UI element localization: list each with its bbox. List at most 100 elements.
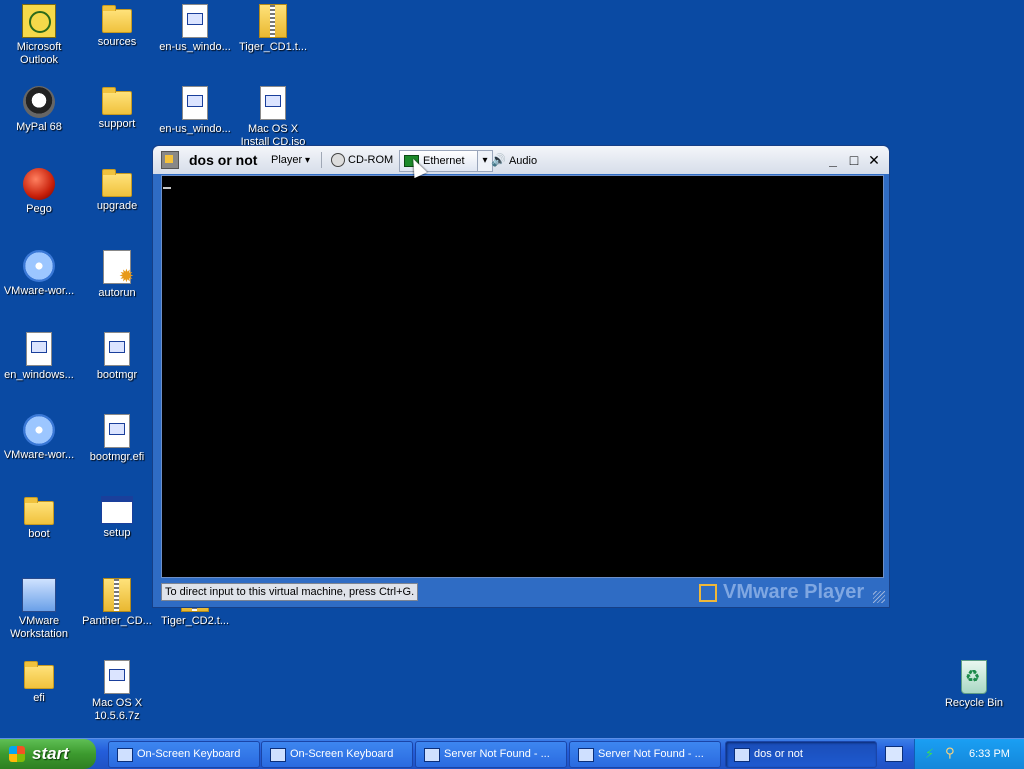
vm-title-bar[interactable]: dos or not Player CD-ROM Ethernet ▾ 🔊Aud… <box>153 146 889 174</box>
desktop-icon-label: Pego <box>26 203 52 215</box>
desktop-icon-panther-cd[interactable]: Panther_CD... <box>78 578 156 628</box>
zip-file-icon <box>259 4 287 38</box>
desktop-icon-bootmgr[interactable]: bootmgr <box>78 332 156 382</box>
cd-installer-icon <box>23 414 55 446</box>
file-icon <box>26 332 52 366</box>
desktop-icon-label: efi <box>33 692 45 704</box>
vmware-logo-icon <box>699 583 717 602</box>
file-icon <box>260 86 286 120</box>
desktop-icon-label: Microsoft Outlook <box>16 41 62 66</box>
desktop-icon-label: Panther_CD... <box>82 615 152 627</box>
recycle-bin-icon <box>961 660 987 694</box>
folder-icon <box>102 5 132 33</box>
desktop-icon-recycle-bin[interactable]: Recycle Bin <box>935 660 1013 710</box>
file-icon <box>182 86 208 120</box>
start-label: start <box>32 744 69 763</box>
task-label: On-Screen Keyboard <box>137 748 241 760</box>
desktop-icon-label: MyPal 68 <box>16 121 62 133</box>
desktop-icon-upgrade[interactable]: upgrade <box>78 168 156 213</box>
windows-logo-icon <box>9 746 25 762</box>
audio-device-button[interactable]: 🔊 Audio <box>491 146 537 174</box>
network-icon[interactable]: ⚡ <box>925 747 939 761</box>
text-cursor <box>163 187 171 189</box>
speaker-icon: 🔊 <box>491 153 506 167</box>
desktop-icon-boot[interactable]: boot <box>0 496 78 541</box>
desktop-icon-label: Mac OS X 10.5.6.7z <box>91 697 143 722</box>
cdrom-label: CD-ROM <box>348 154 394 166</box>
desktop-icon-label: boot <box>28 528 50 540</box>
desktop-icon-efi[interactable]: efi <box>0 660 78 705</box>
maximize-button[interactable]: □ <box>845 151 863 169</box>
desktop-icon-mac-os-x-7z[interactable]: Mac OS X 10.5.6.7z <box>78 660 156 723</box>
desktop-icon-vmware-workstation-installer-2[interactable]: VMware-wor... <box>0 414 78 462</box>
pego-icon <box>23 168 55 200</box>
desktop-icon-vmware-workstation-installer-1[interactable]: VMware-wor... <box>0 250 78 298</box>
raccoon-icon <box>23 86 55 118</box>
toolbar-divider <box>321 152 322 168</box>
desktop-icon-sources[interactable]: sources <box>78 4 156 49</box>
file-icon <box>104 414 130 448</box>
desktop-icon-mac-os-x-install-cd[interactable]: Mac OS X Install CD.iso <box>234 86 312 149</box>
desktop-icon-en-us-windows-2[interactable]: en-us_windo... <box>156 86 234 136</box>
browser-icon <box>578 748 594 762</box>
task-label: dos or not <box>754 748 803 760</box>
desktop-icon-en-windows[interactable]: en_windows... <box>0 332 78 382</box>
desktop-icon-bootmgr-efi[interactable]: bootmgr.efi <box>78 414 156 464</box>
desktop-icon-support[interactable]: support <box>78 86 156 131</box>
vm-window-title: dos or not <box>189 152 258 168</box>
input-hint-text: To direct input to this virtual machine,… <box>161 583 419 601</box>
desktop-icon-label: Recycle Bin <box>944 697 1004 709</box>
desktop-icon-microsoft-outlook[interactable]: Microsoft Outlook <box>0 4 78 67</box>
taskbar-button-on-screen-keyboard[interactable]: On-Screen Keyboard <box>261 741 413 768</box>
desktop-icon-label: en-us_windo... <box>159 41 231 53</box>
desktop-icon-label: VMware-wor... <box>3 285 75 297</box>
folder-icon <box>24 497 54 525</box>
file-icon <box>182 4 208 38</box>
desktop-icon-label: en_windows... <box>4 369 74 381</box>
search-icon[interactable]: ⚲ <box>945 746 959 760</box>
folder-icon <box>102 87 132 115</box>
taskbar-button-on-screen-keyboard[interactable]: On-Screen Keyboard <box>108 741 260 768</box>
cdrom-device-button[interactable]: CD-ROM <box>331 146 393 174</box>
desktop: Microsoft Outlook sources en-us_windo...… <box>0 0 1024 738</box>
desktop-icon-tiger-cd1[interactable]: Tiger_CD1.t... <box>234 4 312 54</box>
desktop-icon-pego[interactable]: Pego <box>0 168 78 216</box>
desktop-icon-label: VMware-wor... <box>3 449 75 461</box>
desktop-icon-label: Tiger_CD1.t... <box>238 41 308 53</box>
desktop-icon-en-us-windows-1[interactable]: en-us_windo... <box>156 4 234 54</box>
folder-icon <box>102 169 132 197</box>
cdrom-icon <box>331 153 345 168</box>
desktop-icon-label: setup <box>103 527 131 539</box>
desktop-icon-label: upgrade <box>96 200 138 212</box>
taskbar: start On-Screen Keyboard On-Screen Keybo… <box>0 738 1024 769</box>
desktop-icon-label: autorun <box>98 287 136 299</box>
system-tray: ⚡ ⚲ 6:33 PM <box>914 739 1024 769</box>
file-icon <box>104 660 130 694</box>
zip-file-icon <box>103 578 131 612</box>
desktop-icon-setup[interactable]: setup <box>78 496 156 540</box>
vmware-player-window: dos or not Player CD-ROM Ethernet ▾ 🔊Aud… <box>152 145 890 608</box>
resize-grip[interactable] <box>873 591 885 603</box>
taskbar-button-server-not-found[interactable]: Server Not Found - ... <box>569 741 721 768</box>
desktop-icon-autorun[interactable]: autorun <box>78 250 156 300</box>
close-button[interactable]: ✕ <box>865 151 883 169</box>
folder-icon <box>24 661 54 689</box>
browser-icon <box>424 748 440 762</box>
taskbar-button-dos-or-not[interactable]: dos or not <box>725 741 877 768</box>
desktop-icon-label: bootmgr.efi <box>89 451 145 463</box>
vm-console-screen[interactable] <box>161 175 884 578</box>
keyboard-icon[interactable] <box>885 746 903 762</box>
desktop-icon-mypal[interactable]: MyPal 68 <box>0 86 78 134</box>
start-button[interactable]: start <box>0 739 96 769</box>
desktop-icon-label: VMware Workstation <box>10 615 68 640</box>
minimize-button[interactable]: _ <box>824 151 842 169</box>
taskbar-button-server-not-found[interactable]: Server Not Found - ... <box>415 741 567 768</box>
cd-installer-icon <box>23 250 55 282</box>
vmware-workstation-icon <box>22 578 56 612</box>
task-label: On-Screen Keyboard <box>290 748 394 760</box>
vmware-logo-icon <box>734 748 750 762</box>
settings-file-icon <box>103 250 134 287</box>
desktop-icon-vmware-workstation[interactable]: VMware Workstation <box>0 578 78 641</box>
clock[interactable]: 6:33 PM <box>969 739 1010 769</box>
player-menu-button[interactable]: Player <box>271 146 310 174</box>
